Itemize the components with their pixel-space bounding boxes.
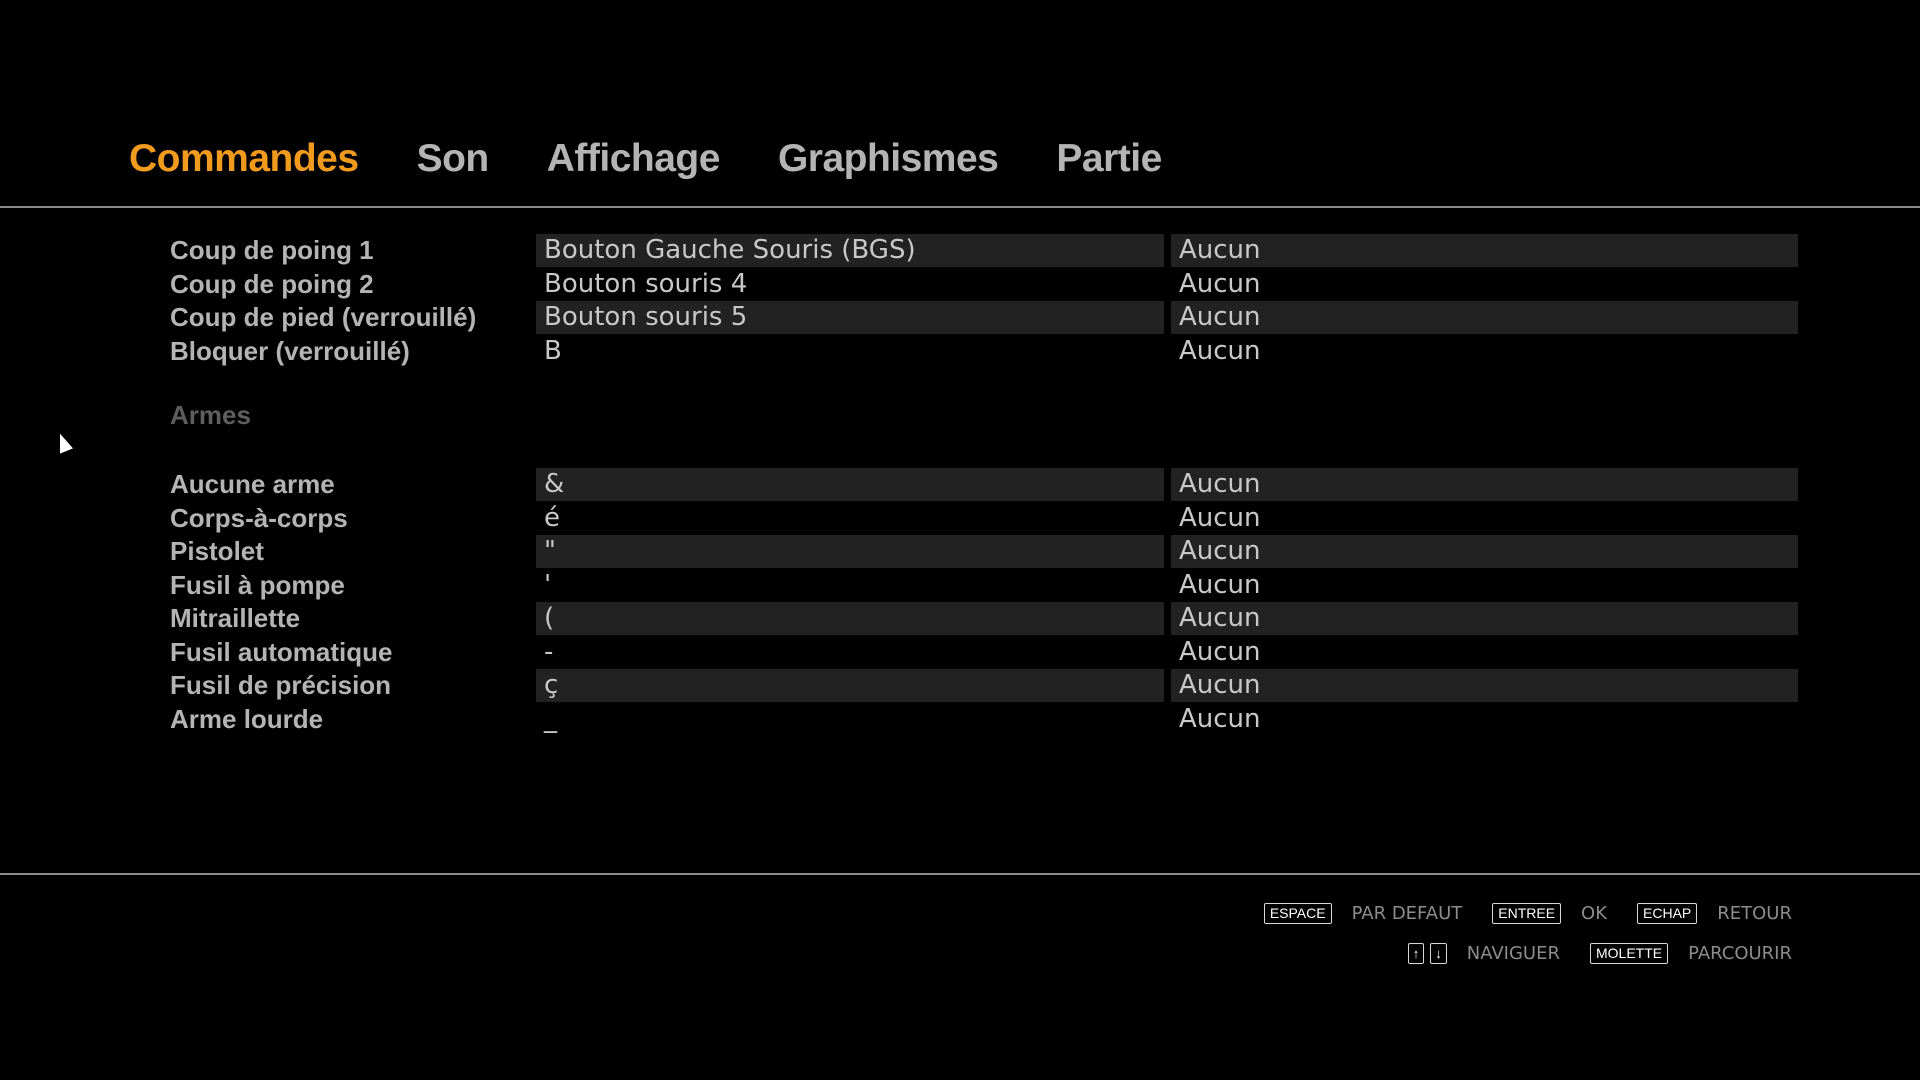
tab-commandes[interactable]: Commandes xyxy=(129,137,359,181)
action-label: Arme lourde xyxy=(170,703,324,734)
back-hint-label: RETOUR xyxy=(1717,902,1792,924)
binding-row[interactable]: Bloquer (verrouillé) B Aucun xyxy=(0,335,1920,369)
tab-partie[interactable]: Partie xyxy=(1056,137,1162,181)
navigate-hint-label: NAVIGUER xyxy=(1466,942,1560,964)
bindings-list: Coup de poing 1 Bouton Gauche Souris (BG… xyxy=(0,234,1920,736)
espace-key-badge[interactable]: ESPACE xyxy=(1263,902,1332,924)
binding-row[interactable]: Corps-à-corps é Aucun xyxy=(0,502,1920,536)
primary-key-slot[interactable]: é xyxy=(536,502,1164,535)
action-label: Coup de poing 1 xyxy=(170,235,374,265)
secondary-key-slot[interactable]: Aucun xyxy=(1171,703,1798,736)
action-label: Aucune arme xyxy=(170,469,335,499)
arrow-up-icon[interactable]: ↑ xyxy=(1407,942,1425,964)
binding-row[interactable]: Pistolet " Aucun xyxy=(0,535,1920,569)
primary-key-slot[interactable]: Bouton souris 4 xyxy=(536,268,1164,301)
action-label: Bloquer (verrouillé) xyxy=(170,335,410,366)
primary-key-slot[interactable]: ( xyxy=(536,602,1164,635)
tab-affichage[interactable]: Affichage xyxy=(547,137,721,181)
top-divider xyxy=(0,206,1920,208)
binding-row[interactable]: Coup de poing 1 Bouton Gauche Souris (BG… xyxy=(0,234,1920,268)
section-title: Armes xyxy=(170,400,251,430)
action-label: Coup de pied (verrouillé) xyxy=(170,302,477,332)
binding-row[interactable]: Aucune arme & Aucun xyxy=(0,468,1920,502)
primary-key-slot[interactable]: _ xyxy=(536,703,1164,736)
hint-row-primary: ESPACE PAR DEFAUT ENTREE OK ECHAP RETOUR xyxy=(1263,900,1792,926)
action-label: Pistolet xyxy=(170,536,264,566)
mouse-pointer-icon xyxy=(60,433,73,459)
hint-row-secondary: ↑ ↓ NAVIGUER MOLETTE PARCOURIR xyxy=(1264,940,1792,966)
primary-key-slot[interactable]: & xyxy=(536,468,1164,501)
primary-key-slot[interactable]: ' xyxy=(536,569,1164,602)
tab-graphismes[interactable]: Graphismes xyxy=(778,137,999,181)
secondary-key-slot[interactable]: Aucun xyxy=(1171,535,1798,568)
default-hint-label: PAR DEFAUT xyxy=(1351,902,1463,924)
action-label: Corps-à-corps xyxy=(170,502,348,533)
secondary-key-slot[interactable]: Aucun xyxy=(1171,335,1798,368)
binding-row[interactable]: Fusil automatique - Aucun xyxy=(0,636,1920,670)
tab-son[interactable]: Son xyxy=(417,137,490,181)
secondary-key-slot[interactable]: Aucun xyxy=(1171,301,1798,334)
secondary-key-slot[interactable]: Aucun xyxy=(1171,268,1798,301)
binding-row[interactable]: Coup de poing 2 Bouton souris 4 Aucun xyxy=(0,268,1920,302)
settings-screen: Commandes Son Affichage Graphismes Parti… xyxy=(0,0,1920,1080)
ok-hint-label: OK xyxy=(1581,902,1608,924)
secondary-key-slot[interactable]: Aucun xyxy=(1171,234,1798,267)
secondary-key-slot[interactable]: Aucun xyxy=(1171,602,1798,635)
bottom-divider xyxy=(0,873,1920,875)
control-hints: ESPACE PAR DEFAUT ENTREE OK ECHAP RETOUR… xyxy=(1263,900,1792,980)
primary-key-slot[interactable]: " xyxy=(536,535,1164,568)
primary-key-slot[interactable]: B xyxy=(536,335,1164,368)
secondary-key-slot[interactable]: Aucun xyxy=(1171,569,1798,602)
arrow-down-icon[interactable]: ↓ xyxy=(1430,942,1447,964)
primary-key-slot[interactable]: ç xyxy=(536,669,1164,702)
binding-row[interactable]: Mitraillette ( Aucun xyxy=(0,602,1920,636)
action-label: Fusil de précision xyxy=(170,670,392,700)
scroll-hint-label: PARCOURIR xyxy=(1688,942,1792,964)
binding-row[interactable]: Coup de pied (verrouillé) Bouton souris … xyxy=(0,301,1920,335)
binding-row[interactable]: Fusil à pompe ' Aucun xyxy=(0,569,1920,603)
primary-key-slot[interactable]: Bouton souris 5 xyxy=(536,301,1164,334)
settings-tabs: Commandes Son Affichage Graphismes Parti… xyxy=(129,133,1220,185)
action-label: Coup de poing 2 xyxy=(170,268,374,299)
primary-key-slot[interactable]: Bouton Gauche Souris (BGS) xyxy=(536,234,1164,267)
secondary-key-slot[interactable]: Aucun xyxy=(1171,468,1798,501)
echap-key-badge[interactable]: ECHAP xyxy=(1637,902,1698,924)
action-label: Fusil à pompe xyxy=(170,569,345,600)
secondary-key-slot[interactable]: Aucun xyxy=(1171,669,1798,702)
molette-key-badge[interactable]: MOLETTE xyxy=(1590,942,1669,964)
action-label: Fusil automatique xyxy=(170,636,393,667)
binding-row[interactable]: Fusil de précision ç Aucun xyxy=(0,669,1920,703)
secondary-key-slot[interactable]: Aucun xyxy=(1171,502,1798,535)
binding-row[interactable]: Arme lourde _ Aucun xyxy=(0,703,1920,737)
primary-key-slot[interactable]: - xyxy=(536,636,1164,669)
action-label: Mitraillette xyxy=(170,603,301,633)
secondary-key-slot[interactable]: Aucun xyxy=(1171,636,1798,669)
section-header-armes: Armes xyxy=(0,368,1920,468)
entree-key-badge[interactable]: ENTREE xyxy=(1492,902,1562,924)
